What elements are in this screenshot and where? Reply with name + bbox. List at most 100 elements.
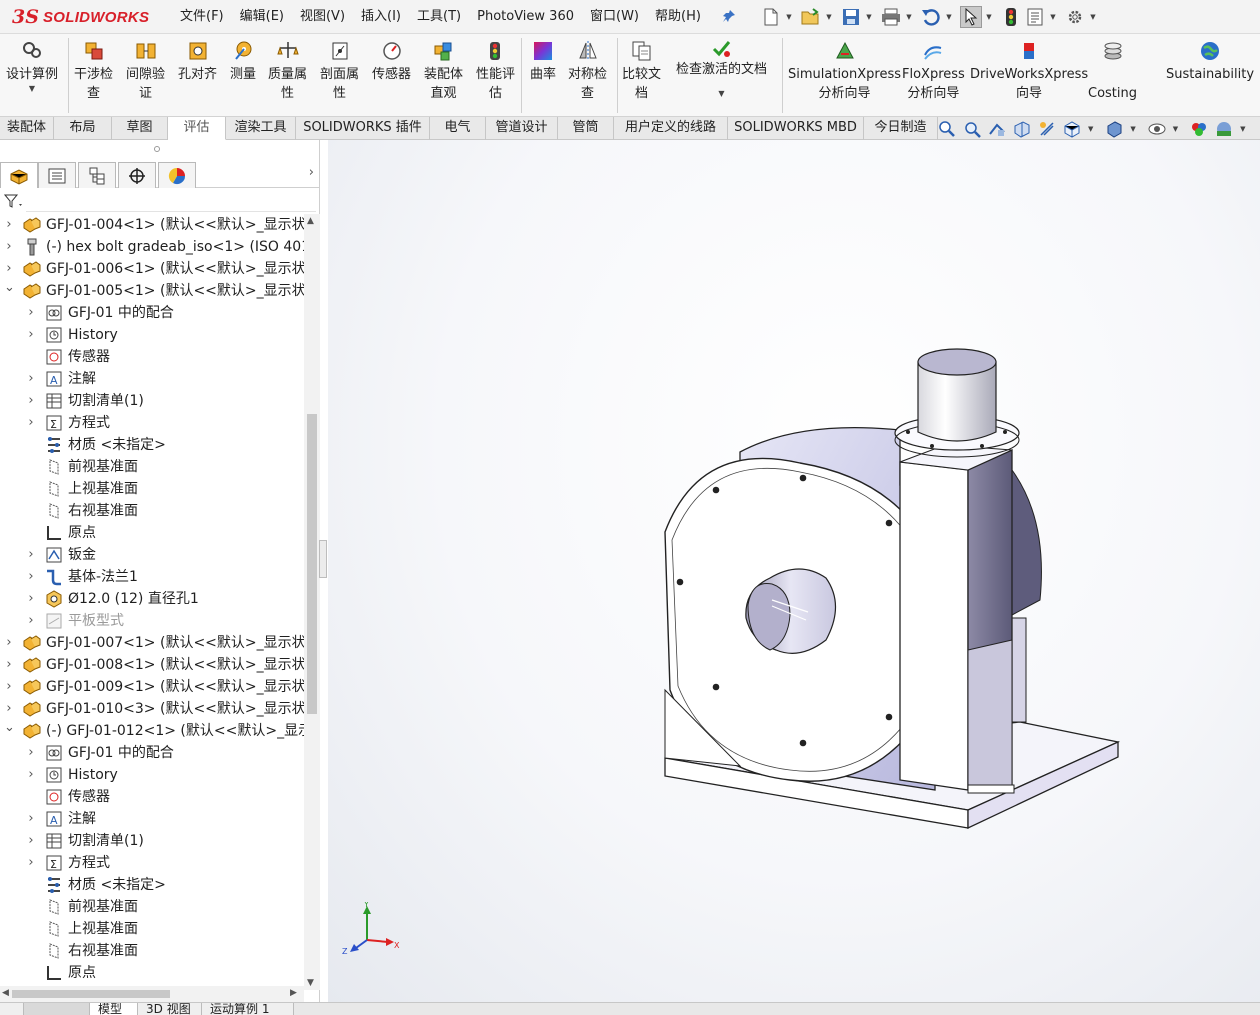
tree-item[interactable]: › GFJ-01-008<1> (默认<<默认>_显示状态 xyxy=(0,654,304,676)
collapse-arrow-icon[interactable]: ⌄ xyxy=(4,721,15,736)
check-dropdown-icon[interactable]: ▼ xyxy=(718,89,724,99)
tree-item[interactable]: 材质 <未指定> xyxy=(0,434,304,456)
tab-user-defined-routes[interactable]: 用户定义的线路 xyxy=(614,117,728,140)
tree-item[interactable]: › GFJ-01 中的配合 xyxy=(0,302,304,324)
tree-item[interactable]: › History xyxy=(0,324,304,346)
tab-solidworks-addins[interactable]: SOLIDWORKS 插件 xyxy=(296,117,430,140)
open-folder-icon[interactable] xyxy=(800,6,822,28)
save-icon[interactable] xyxy=(840,6,862,28)
graphics-area[interactable]: Y X Z xyxy=(328,140,1260,1002)
section-view-icon[interactable] xyxy=(1013,120,1031,138)
scroll-up-icon[interactable]: ▲ xyxy=(307,216,314,226)
clearance-verification-button[interactable]: 间隙验 证 xyxy=(126,40,165,103)
edit-appearance-icon[interactable] xyxy=(1190,120,1208,138)
tab-3d-views[interactable]: 3D 视图 xyxy=(138,1003,202,1015)
driveworksxpress-button[interactable]: DriveWorksXpress 向导 xyxy=(970,40,1088,103)
expand-arrow-icon[interactable]: › xyxy=(26,328,36,341)
panel-grip-icon[interactable] xyxy=(154,146,160,152)
tree-item[interactable]: › A 注解 xyxy=(0,808,304,830)
rear-bracket[interactable] xyxy=(1011,617,1027,723)
expand-arrow-icon[interactable]: › xyxy=(26,548,36,561)
outlet-pipe-opening[interactable] xyxy=(917,348,997,376)
performance-evaluation-button[interactable]: 性能评 估 xyxy=(476,40,515,103)
hide-show-dropdown-icon[interactable]: ▼ xyxy=(1173,125,1178,133)
tab-evaluate[interactable]: 评估 xyxy=(168,117,226,140)
display-manager-tab[interactable] xyxy=(158,162,196,188)
tree-item[interactable]: 传感器 xyxy=(0,346,304,368)
tree-item[interactable]: ⌄ (-) GFJ-01-012<1> (默认<<默认>_显示状 xyxy=(0,720,304,742)
menu-item[interactable]: 帮助(H) xyxy=(647,0,709,33)
expand-arrow-icon[interactable]: › xyxy=(26,416,36,429)
tower-lower-panel[interactable] xyxy=(967,639,1013,791)
expand-arrow-icon[interactable]: › xyxy=(26,306,36,319)
measure-button[interactable]: 测量 xyxy=(230,40,256,84)
check-active-document-button[interactable]: 检查激活的文档 ▼ xyxy=(676,38,767,99)
tree-item[interactable]: › 切割清单(1) xyxy=(0,830,304,852)
expand-arrow-icon[interactable]: › xyxy=(4,680,14,693)
simulationxpress-button[interactable]: SimulationXpress 分析向导 xyxy=(788,40,901,103)
menu-item[interactable]: 文件(F) xyxy=(172,0,232,33)
new-dropdown-icon[interactable]: ▼ xyxy=(784,13,794,21)
tree-item[interactable]: › GFJ-01-007<1> (默认<<默认>_显示状态 xyxy=(0,632,304,654)
tab-make-today[interactable]: 今日制造 xyxy=(864,117,938,140)
expand-arrow-icon[interactable]: › xyxy=(26,856,36,869)
scroll-down-icon[interactable]: ▼ xyxy=(307,978,314,988)
dynamic-annotation-icon[interactable] xyxy=(1038,120,1056,138)
panel-splitter-handle[interactable] xyxy=(319,540,327,578)
blower-assembly-model[interactable] xyxy=(328,140,1260,1002)
print-dropdown-icon[interactable]: ▼ xyxy=(904,13,914,21)
file-properties-icon[interactable] xyxy=(1024,6,1046,28)
tree-item[interactable]: › A 注解 xyxy=(0,368,304,390)
tree-item[interactable]: 原点 xyxy=(0,522,304,544)
expand-arrow-icon[interactable]: › xyxy=(26,592,36,605)
tree-item[interactable]: › Σ 方程式 xyxy=(0,852,304,874)
hole-alignment-button[interactable]: 孔对齐 xyxy=(178,40,217,84)
menu-item[interactable]: 窗口(W) xyxy=(582,0,647,33)
tree-item[interactable]: › 钣金 xyxy=(0,544,304,566)
zoom-to-area-icon[interactable] xyxy=(963,120,981,138)
featuremanager-tree-tab[interactable] xyxy=(0,162,38,188)
horizontal-scroll-thumb[interactable] xyxy=(12,990,170,998)
tree-item[interactable]: › 切割清单(1) xyxy=(0,390,304,412)
tab-scroll-buttons[interactable] xyxy=(24,1003,90,1015)
open-dropdown-icon[interactable]: ▼ xyxy=(824,13,834,21)
panel-expand-chevron-icon[interactable]: › xyxy=(309,165,314,180)
undo-icon[interactable] xyxy=(920,6,942,28)
tree-item[interactable]: 前视基准面 xyxy=(0,896,304,918)
floxpress-button[interactable]: FloXpress 分析向导 xyxy=(902,40,965,103)
expand-arrow-icon[interactable]: › xyxy=(4,702,14,715)
assembly-visualization-button[interactable]: 装配体 直观 xyxy=(424,40,463,103)
curvature-button[interactable]: 曲率 xyxy=(530,40,556,84)
tab-tubing[interactable]: 管筒 xyxy=(558,117,614,140)
expand-arrow-icon[interactable]: › xyxy=(4,262,14,275)
tree-horizontal-scrollbar[interactable]: ◀ ▶ xyxy=(0,986,304,1002)
tree-item[interactable]: › GFJ-01-009<1> (默认<<默认>_显示状态 xyxy=(0,676,304,698)
menu-item[interactable]: 视图(V) xyxy=(292,0,353,33)
property-manager-tab[interactable] xyxy=(38,162,76,188)
tree-item[interactable]: › GFJ-01-004<1> (默认<<默认>_显示状态 xyxy=(0,214,304,236)
menu-item[interactable]: 工具(T) xyxy=(409,0,469,33)
tree-item[interactable]: › 平板型式 xyxy=(0,610,304,632)
expand-arrow-icon[interactable]: › xyxy=(4,218,14,231)
tree-item[interactable]: › GFJ-01-010<3> (默认<<默认>_显示状态 xyxy=(0,698,304,720)
tree-item[interactable]: 上视基准面 xyxy=(0,918,304,940)
tab-assembly[interactable]: 装配体 xyxy=(0,117,54,140)
previous-view-icon[interactable] xyxy=(988,120,1006,138)
configuration-manager-tab[interactable] xyxy=(78,162,116,188)
solidworks-logo[interactable]: 3S SOLIDWORKS xyxy=(12,5,149,29)
menu-item[interactable]: 编辑(E) xyxy=(232,0,292,33)
rear-housing[interactable] xyxy=(1011,468,1042,616)
tab-motion-study[interactable]: 运动算例 1 xyxy=(202,1003,294,1015)
apply-scene-dropdown-icon[interactable]: ▼ xyxy=(1240,125,1245,133)
zoom-to-fit-icon[interactable] xyxy=(938,120,956,138)
select-dropdown-icon[interactable]: ▼ xyxy=(984,13,994,21)
select-pointer-icon[interactable] xyxy=(960,6,982,28)
mass-properties-button[interactable]: 质量属 性 xyxy=(268,40,307,103)
menu-item[interactable]: PhotoView 360 xyxy=(469,0,582,33)
collapse-arrow-icon[interactable]: ⌄ xyxy=(4,281,15,296)
options-dropdown-icon[interactable]: ▼ xyxy=(1088,13,1098,21)
tab-scroll-arrows[interactable] xyxy=(0,1003,24,1015)
tree-item[interactable]: › History xyxy=(0,764,304,786)
save-dropdown-icon[interactable]: ▼ xyxy=(864,13,874,21)
scroll-left-icon[interactable]: ◀ xyxy=(2,988,9,998)
